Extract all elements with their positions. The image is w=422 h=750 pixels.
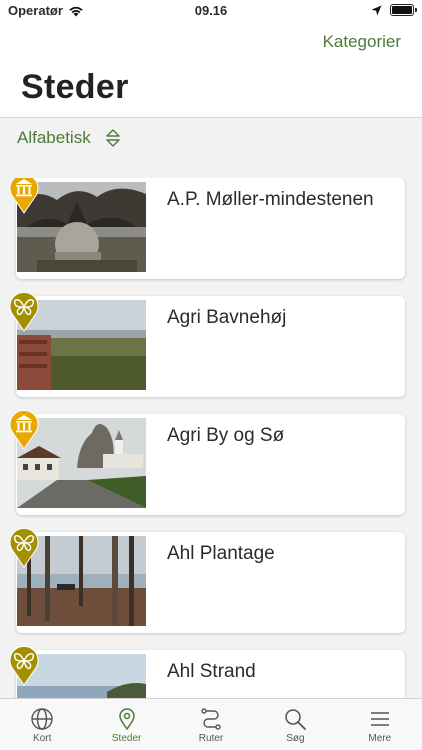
navigation-header: Kategorier Steder	[0, 22, 422, 118]
list-item[interactable]: Agri Bavnehøj	[9, 291, 405, 397]
sort-selector[interactable]: Alfabetisk	[17, 128, 121, 148]
place-title: Ahl Strand	[167, 661, 256, 682]
tab-sog[interactable]: Søg	[253, 699, 337, 750]
place-title: Ahl Plantage	[167, 543, 275, 564]
list-item[interactable]: A.P. Møller-mindestenen	[9, 178, 405, 279]
tab-label: Steder	[111, 733, 142, 744]
categories-button[interactable]: Kategorier	[323, 32, 401, 52]
tab-label: Ruter	[198, 733, 224, 744]
status-indicators	[371, 4, 417, 16]
butterfly-icon	[9, 527, 39, 568]
tab-kort[interactable]: Kort	[0, 699, 84, 750]
museum-icon	[9, 409, 39, 450]
location-pin-icon	[118, 708, 135, 731]
page-title: Steder	[21, 68, 129, 106]
tab-mere[interactable]: Mere	[338, 699, 422, 750]
butterfly-icon	[9, 291, 39, 332]
list-item[interactable]: Ahl Plantage	[9, 527, 405, 633]
tab-label: Søg	[286, 733, 305, 744]
status-time: 09.16	[194, 3, 228, 18]
tab-bar: Kort Steder Ruter Søg Mere	[0, 698, 422, 750]
place-title: Agri Bavnehøj	[167, 307, 287, 328]
tab-label: Mere	[368, 733, 392, 744]
battery-icon	[390, 4, 417, 16]
tab-label: Kort	[33, 733, 52, 744]
places-list[interactable]: A.P. Møller-mindestenen Agri Bavnehøj Ag…	[0, 178, 422, 698]
sort-toggle-icon	[106, 129, 120, 147]
sort-label: Alfabetisk	[17, 128, 91, 147]
tab-ruter[interactable]: Ruter	[169, 699, 253, 750]
place-title: Agri By og Sø	[167, 425, 285, 446]
status-bar: Operatør 09.16	[0, 0, 422, 22]
search-icon	[285, 709, 307, 730]
butterfly-icon	[9, 645, 39, 686]
place-title: A.P. Møller-mindestenen	[167, 189, 374, 210]
tab-steder[interactable]: Steder	[84, 699, 168, 750]
list-item[interactable]: Agri By og Sø	[9, 409, 405, 515]
globe-icon	[31, 708, 53, 730]
list-item[interactable]: Ahl Strand	[9, 645, 405, 698]
route-icon	[201, 708, 221, 730]
museum-icon	[9, 178, 39, 214]
location-arrow-icon	[371, 5, 382, 15]
menu-icon	[370, 712, 389, 726]
